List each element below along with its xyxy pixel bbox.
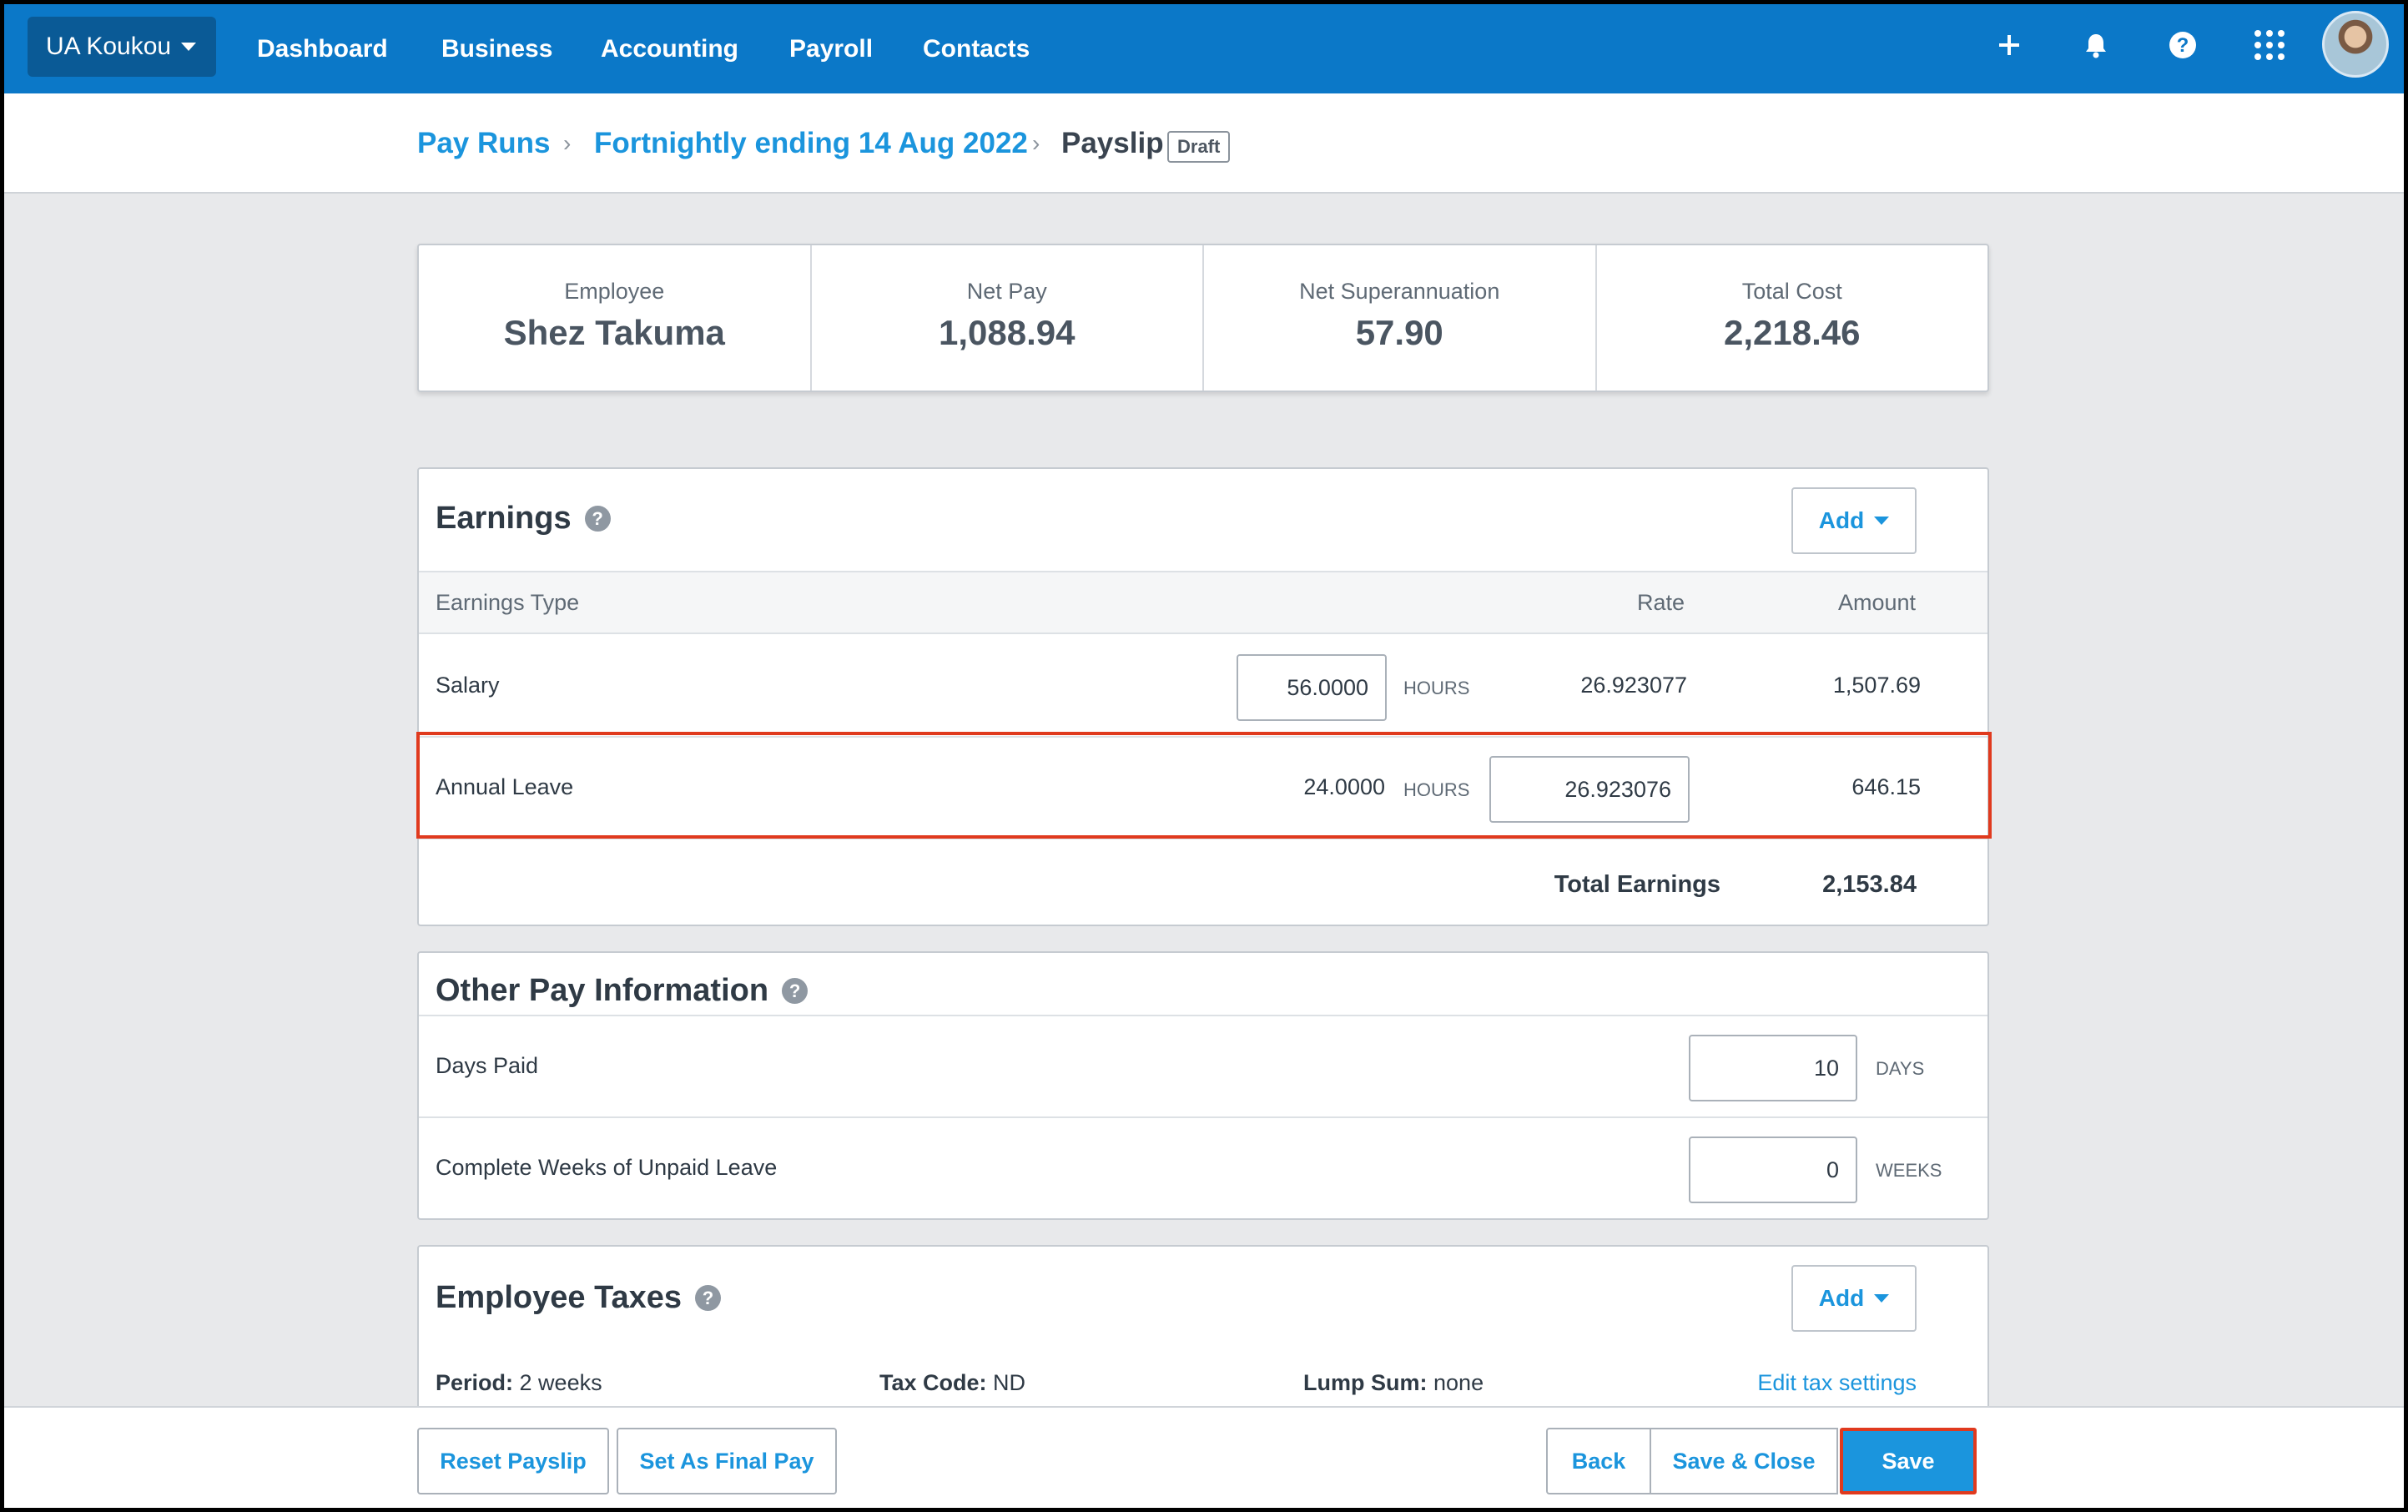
summary-value: 57.90 bbox=[1355, 313, 1443, 352]
add-earnings-button[interactable]: Add bbox=[1791, 487, 1917, 554]
app-window: UA Koukou Dashboard Business Accounting … bbox=[4, 4, 2404, 1508]
tax-period-label: Period: bbox=[436, 1370, 514, 1395]
other-pay-panel: Other Pay Information ? Days Paid DAYS C… bbox=[417, 951, 1989, 1220]
breadcrumb: Pay Runs › Fortnightly ending 14 Aug 202… bbox=[4, 93, 2404, 194]
help-icon[interactable]: ? bbox=[584, 506, 611, 532]
add-tax-button[interactable]: Add bbox=[1791, 1265, 1917, 1332]
earnings-type: Salary bbox=[436, 673, 500, 698]
table-header bbox=[419, 571, 1987, 634]
user-avatar[interactable] bbox=[2322, 11, 2389, 78]
payslip-summary: Employee Shez Takuma Net Pay 1,088.94 Ne… bbox=[417, 244, 1989, 392]
row-divider bbox=[419, 838, 1987, 839]
lump-sum-value: none bbox=[1433, 1370, 1484, 1395]
summary-value: Shez Takuma bbox=[503, 313, 725, 352]
set-final-pay-button[interactable]: Set As Final Pay bbox=[617, 1428, 837, 1494]
section-title: Employee Taxes ? bbox=[436, 1280, 722, 1316]
breadcrumb-pay-period[interactable]: Fortnightly ending 14 Aug 2022 bbox=[594, 127, 1028, 160]
column-header-rate: Rate bbox=[1637, 590, 1685, 615]
summary-net-super: Net Superannuation 57.90 bbox=[1204, 245, 1597, 391]
summary-label: Net Superannuation bbox=[1299, 279, 1500, 304]
tax-code-label: Tax Code: bbox=[879, 1370, 987, 1395]
save-close-button[interactable]: Save & Close bbox=[1650, 1428, 1838, 1494]
section-title: Other Pay Information ? bbox=[436, 973, 809, 1009]
nav-contacts[interactable]: Contacts bbox=[923, 4, 1030, 93]
unit-label: DAYS bbox=[1876, 1058, 1925, 1079]
unit-label: HOURS bbox=[1403, 779, 1470, 800]
unpaid-weeks-input[interactable] bbox=[1689, 1137, 1857, 1203]
chevron-down-icon bbox=[181, 43, 197, 51]
nav-dashboard[interactable]: Dashboard bbox=[257, 4, 388, 93]
nav-business[interactable]: Business bbox=[441, 4, 552, 93]
summary-label: Employee bbox=[564, 279, 665, 304]
help-icon[interactable]: ? bbox=[2164, 26, 2202, 64]
column-header-amount: Amount bbox=[1837, 590, 1916, 615]
other-pay-title: Other Pay Information bbox=[436, 973, 769, 1008]
add-label: Add bbox=[1818, 1285, 1865, 1311]
lump-sum: Lump Sum: none bbox=[1303, 1370, 1484, 1396]
footer-bar: Reset Payslip Set As Final Pay Back Save… bbox=[4, 1406, 2404, 1508]
status-badge: Draft bbox=[1167, 131, 1231, 163]
column-header-type: Earnings Type bbox=[436, 590, 580, 615]
chevron-down-icon bbox=[1874, 517, 1890, 525]
apps-grid-icon[interactable] bbox=[2250, 26, 2289, 64]
unit-label: HOURS bbox=[1403, 678, 1470, 698]
edit-tax-settings-link[interactable]: Edit tax settings bbox=[1720, 1370, 1917, 1396]
earnings-rate: 26.923077 bbox=[1580, 673, 1687, 698]
days-paid-input[interactable] bbox=[1689, 1035, 1857, 1101]
row-divider bbox=[419, 1116, 1987, 1118]
row-divider bbox=[419, 736, 1987, 738]
plus-icon[interactable] bbox=[1990, 26, 2028, 64]
summary-value: 2,218.46 bbox=[1724, 313, 1861, 352]
summary-employee: Employee Shez Takuma bbox=[419, 245, 812, 391]
earnings-type: Annual Leave bbox=[436, 774, 574, 799]
employee-taxes-title: Employee Taxes bbox=[436, 1280, 683, 1315]
summary-value: 1,088.94 bbox=[939, 313, 1076, 352]
leave-rate-input[interactable] bbox=[1489, 756, 1690, 823]
help-icon[interactable]: ? bbox=[782, 978, 809, 1004]
leave-hours: 24.0000 bbox=[1303, 774, 1385, 799]
add-label: Add bbox=[1818, 507, 1865, 533]
total-earnings-value: 2,153.84 bbox=[1822, 871, 1917, 898]
breadcrumb-payslip: Payslip bbox=[1061, 127, 1164, 159]
tax-period: Period: 2 weeks bbox=[436, 1370, 602, 1396]
reset-payslip-button[interactable]: Reset Payslip bbox=[417, 1428, 609, 1494]
tax-period-value: 2 weeks bbox=[519, 1370, 602, 1395]
total-earnings-label: Total Earnings bbox=[1554, 871, 1720, 898]
summary-label: Net Pay bbox=[966, 279, 1047, 304]
earnings-title: Earnings bbox=[436, 501, 572, 536]
back-button[interactable]: Back bbox=[1546, 1428, 1651, 1494]
summary-net-pay: Net Pay 1,088.94 bbox=[812, 245, 1204, 391]
chevron-down-icon bbox=[1874, 1294, 1890, 1303]
save-button[interactable]: Save bbox=[1840, 1428, 1977, 1494]
bell-icon[interactable] bbox=[2077, 26, 2115, 64]
unit-label: WEEKS bbox=[1876, 1160, 1942, 1181]
earnings-panel: Earnings ? Add Earnings Type Rate Amount… bbox=[417, 467, 1989, 926]
section-title: Earnings ? bbox=[436, 501, 611, 537]
summary-label: Total Cost bbox=[1741, 279, 1842, 304]
tax-code-value: ND bbox=[993, 1370, 1026, 1395]
chevron-right-icon: › bbox=[563, 130, 572, 156]
org-name: UA Koukou bbox=[46, 33, 172, 60]
tax-code: Tax Code: ND bbox=[879, 1370, 1025, 1396]
summary-total-cost: Total Cost 2,218.46 bbox=[1597, 245, 1988, 391]
salary-hours-input[interactable] bbox=[1237, 654, 1387, 721]
org-switcher[interactable]: UA Koukou bbox=[28, 17, 216, 77]
unpaid-leave-label: Complete Weeks of Unpaid Leave bbox=[436, 1155, 778, 1180]
lump-sum-label: Lump Sum: bbox=[1303, 1370, 1428, 1395]
earnings-amount: 1,507.69 bbox=[1832, 673, 1921, 698]
svg-text:?: ? bbox=[2177, 34, 2189, 57]
breadcrumb-pay-runs[interactable]: Pay Runs bbox=[417, 127, 551, 160]
row-divider bbox=[419, 1015, 1987, 1016]
help-icon[interactable]: ? bbox=[695, 1285, 722, 1311]
nav-accounting[interactable]: Accounting bbox=[601, 4, 738, 93]
nav-payroll[interactable]: Payroll bbox=[789, 4, 873, 93]
top-nav: UA Koukou Dashboard Business Accounting … bbox=[4, 4, 2404, 93]
earnings-amount: 646.15 bbox=[1851, 774, 1921, 799]
chevron-right-icon: › bbox=[1032, 130, 1040, 156]
days-paid-label: Days Paid bbox=[436, 1053, 539, 1078]
